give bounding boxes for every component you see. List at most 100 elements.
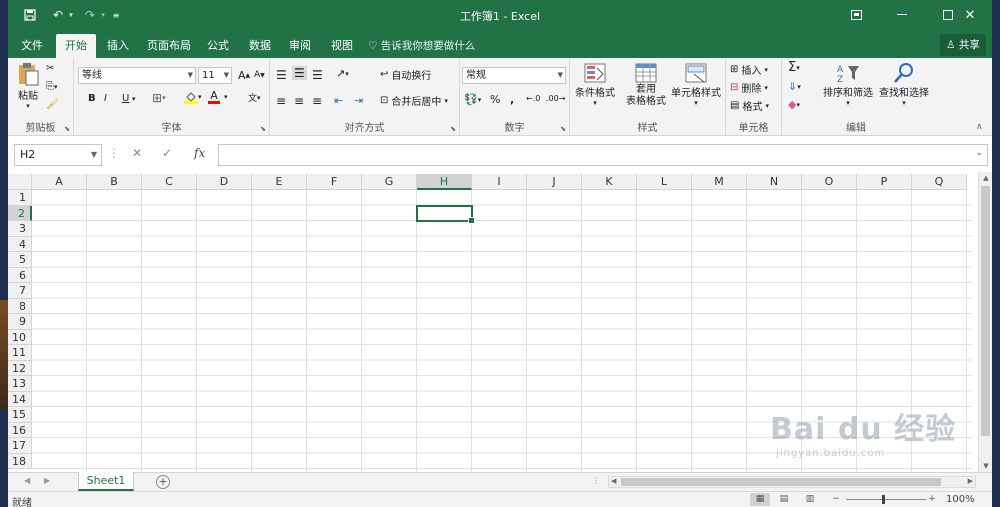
close-icon[interactable]: ✕ (948, 0, 992, 30)
tab-home[interactable]: 开始 (56, 34, 96, 58)
select-all-corner[interactable] (8, 174, 32, 190)
tell-me-box[interactable]: ♡ 告诉我你想要做什么 (368, 34, 475, 58)
align-left-icon[interactable]: ≡ (276, 94, 286, 108)
cell-styles-button[interactable]: 单元格样式 ▾ (668, 62, 724, 107)
row-header-12[interactable]: 12 (8, 360, 32, 376)
font-name-combo[interactable]: 等线 ▼ (78, 67, 196, 84)
column-header-n[interactable]: N (747, 174, 802, 190)
underline-button[interactable]: U (122, 93, 129, 104)
scroll-up-icon[interactable]: ▲ (979, 174, 992, 182)
zoom-slider-thumb[interactable] (882, 495, 885, 504)
clear-icon[interactable]: ◆ ▾ (788, 98, 800, 111)
tab-page-layout[interactable]: 页面布局 (142, 34, 196, 58)
row-header-16[interactable]: 16 (8, 422, 32, 438)
font-color-button[interactable]: A (208, 90, 220, 104)
ribbon-display-icon[interactable] (834, 0, 878, 30)
tab-formulas[interactable]: 公式 (200, 34, 236, 58)
conditional-format-button[interactable]: 条件格式 ▾ (572, 62, 618, 107)
format-cells-button[interactable]: ▤ 格式 ▾ (730, 98, 769, 113)
more-options-icon[interactable]: ⋮ (108, 146, 120, 160)
align-middle-icon[interactable]: ☰ (292, 66, 307, 80)
orientation-icon[interactable]: ↗ ▾ (336, 67, 349, 80)
share-button[interactable]: ♙ 共享 (940, 34, 986, 56)
tab-insert[interactable]: 插入 (100, 34, 136, 58)
column-header-i[interactable]: I (472, 174, 527, 190)
collapse-ribbon-icon[interactable]: ∧ (976, 122, 983, 132)
borders-icon[interactable]: ⊞ ▾ (152, 91, 166, 105)
increase-decimal-icon[interactable]: ←.0 (526, 94, 540, 103)
alignment-launcher-icon[interactable]: ⬊ (450, 125, 456, 133)
row-header-9[interactable]: 9 (8, 314, 32, 330)
row-header-3[interactable]: 3 (8, 221, 32, 237)
column-header-a[interactable]: A (32, 174, 87, 190)
more-options-icon[interactable]: ⋮ (592, 476, 600, 485)
row-header-2[interactable]: 2 (8, 205, 32, 221)
find-select-button[interactable]: 查找和选择 ▾ (876, 62, 932, 107)
zoom-out-icon[interactable]: − (826, 493, 846, 506)
scroll-right-icon[interactable]: ▶ (968, 477, 973, 485)
column-header-q[interactable]: Q (912, 174, 967, 190)
decrease-decimal-icon[interactable]: .00→ (546, 94, 565, 103)
paste-button[interactable]: 粘贴 ▾ (14, 62, 42, 110)
column-header-h[interactable]: H (417, 174, 472, 190)
column-header-g[interactable]: G (362, 174, 417, 190)
row-header-8[interactable]: 8 (8, 298, 32, 314)
row-header-17[interactable]: 17 (8, 438, 32, 454)
name-box[interactable]: H2 ▼ (14, 144, 102, 166)
column-header-l[interactable]: L (637, 174, 692, 190)
tab-view[interactable]: 视图 (324, 34, 360, 58)
underline-dropdown-icon[interactable]: ▾ (132, 95, 136, 103)
column-header-c[interactable]: C (142, 174, 197, 190)
normal-view-icon[interactable]: ▦ (750, 493, 770, 506)
column-header-f[interactable]: F (307, 174, 362, 190)
zoom-in-icon[interactable]: + (922, 493, 942, 506)
page-break-view-icon[interactable]: ▥ (800, 493, 820, 506)
align-center-icon[interactable]: ≡ (294, 94, 304, 108)
minimize-icon[interactable] (880, 0, 924, 30)
fill-icon[interactable]: ⇓ ▾ (788, 80, 801, 93)
clipboard-launcher-icon[interactable]: ⬊ (64, 125, 70, 133)
format-as-table-button[interactable]: 套用 表格格式 (622, 62, 670, 108)
formula-input[interactable]: ⌄ (218, 144, 988, 166)
active-cell-h2[interactable] (416, 204, 475, 224)
font-size-combo[interactable]: 11 ▼ (198, 67, 232, 84)
tab-data[interactable]: 数据 (242, 34, 278, 58)
page-layout-view-icon[interactable]: ▤ (774, 493, 794, 506)
zoom-slider[interactable] (846, 499, 926, 500)
number-format-combo[interactable]: 常规 ▼ (462, 67, 566, 84)
insert-function-icon[interactable]: fx (194, 146, 205, 160)
tab-file[interactable]: 文件 (14, 34, 50, 58)
insert-cells-button[interactable]: ⊞ 插入 ▾ (730, 62, 768, 77)
shrink-font-button[interactable]: A ▼ (254, 70, 265, 80)
increase-indent-icon[interactable]: ⇥ (354, 94, 363, 107)
expand-formula-icon[interactable]: ⌄ (975, 148, 983, 158)
delete-cells-button[interactable]: ⊟ 删除 ▾ (730, 80, 768, 95)
column-header-p[interactable]: P (857, 174, 912, 190)
row-header-5[interactable]: 5 (8, 252, 32, 268)
align-top-icon[interactable]: ☰ (276, 68, 287, 82)
next-sheet-icon[interactable]: ▶ (44, 476, 50, 485)
row-header-1[interactable]: 1 (8, 190, 32, 206)
align-right-icon[interactable]: ≡ (312, 94, 322, 108)
grow-font-button[interactable]: A ▲ (238, 69, 250, 82)
row-header-6[interactable]: 6 (8, 267, 32, 283)
copy-icon[interactable]: ⎘ ▾ (46, 81, 58, 92)
row-header-18[interactable]: 18 (8, 453, 32, 469)
fill-color-icon[interactable]: ▾ (184, 90, 202, 104)
tab-review[interactable]: 审阅 (282, 34, 318, 58)
column-header-b[interactable]: B (87, 174, 142, 190)
row-header-4[interactable]: 4 (8, 236, 32, 252)
horizontal-scrollbar[interactable]: ◀ ▶ (608, 476, 976, 488)
row-header-14[interactable]: 14 (8, 391, 32, 407)
cancel-entry-icon[interactable]: ✕ (132, 146, 142, 160)
autosum-icon[interactable]: Σ ▾ (788, 60, 800, 75)
bold-button[interactable]: B (88, 93, 96, 104)
format-painter-icon[interactable]: 🖌 (46, 99, 59, 110)
decrease-indent-icon[interactable]: ⇤ (334, 94, 343, 107)
sort-filter-button[interactable]: AZ 排序和筛选 ▾ (818, 62, 878, 107)
comma-button[interactable]: , (510, 93, 514, 106)
column-header-k[interactable]: K (582, 174, 637, 190)
column-header-o[interactable]: O (802, 174, 857, 190)
italic-button[interactable]: I (104, 93, 107, 104)
row-header-10[interactable]: 10 (8, 329, 32, 345)
